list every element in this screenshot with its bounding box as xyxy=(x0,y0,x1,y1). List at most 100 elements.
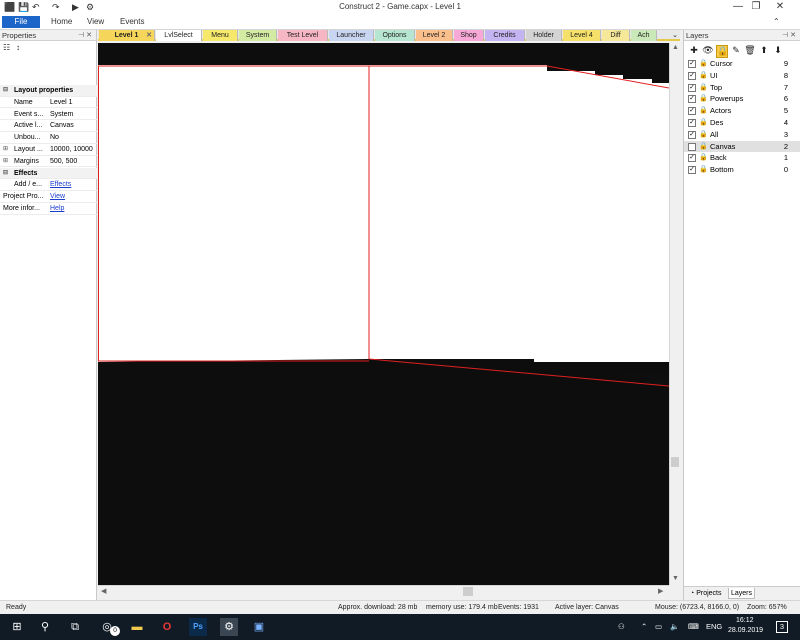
tab-shop[interactable]: Shop xyxy=(454,30,484,41)
visibility-checkbox[interactable]: ✓ xyxy=(688,119,696,127)
layer-lock-icon[interactable]: 🔒 xyxy=(699,58,708,70)
ribbon-collapse-icon[interactable]: ⌃ xyxy=(773,16,780,28)
tab-layers[interactable]: Layers xyxy=(728,588,756,599)
language-indicator[interactable]: ENG xyxy=(706,622,722,631)
move-down-icon[interactable]: ⬇ xyxy=(772,45,784,56)
layer-lock-icon[interactable]: 🔒 xyxy=(699,93,708,105)
visibility-checkbox[interactable]: ✓ xyxy=(688,154,696,163)
layer-lock-icon[interactable]: 🔒 xyxy=(699,117,708,129)
layer-row-all[interactable]: ✓ 🔒 All 3 xyxy=(684,129,800,141)
layer-row-ui[interactable]: ✓ 🔒 UI 8 xyxy=(684,70,800,82)
property-value[interactable]: View xyxy=(50,191,65,202)
pin-icon[interactable]: ⊣ ✕ xyxy=(78,30,92,41)
layer-lock-icon[interactable]: 🔒 xyxy=(699,82,708,94)
tab-events[interactable]: Events xyxy=(120,16,144,28)
layer-lock-icon[interactable]: 🔒 xyxy=(699,164,708,176)
delete-icon[interactable]: 🗑 xyxy=(744,45,756,56)
scroll-left-icon[interactable]: ◀ xyxy=(101,587,106,595)
tab-projects[interactable]: ◔ Projects xyxy=(688,588,723,599)
tab-overflow-icon[interactable]: ⌄ xyxy=(670,30,680,41)
sort-alpha-icon[interactable]: ↕ xyxy=(16,43,20,52)
volume-icon[interactable]: 🔈 xyxy=(670,622,679,631)
tab-file[interactable]: File xyxy=(2,16,40,28)
layer-row-powerups[interactable]: ✓ 🔒 Powerups 6 xyxy=(684,93,800,105)
layer-lock-icon[interactable]: 🔒 xyxy=(699,141,708,153)
vertical-scroll-thumb[interactable] xyxy=(671,457,679,467)
layer-lock-icon[interactable]: 🔒 xyxy=(699,129,708,141)
tab-menu[interactable]: Menu xyxy=(203,30,238,41)
layer-row-canvas[interactable]: 🔒 Canvas 2 xyxy=(684,140,800,153)
property-section[interactable]: ⊟ Layout properties xyxy=(0,85,97,97)
layer-row-cursor[interactable]: ✓ 🔒 Cursor 9 xyxy=(684,58,800,70)
scroll-right-icon[interactable]: ▶ xyxy=(658,587,663,595)
property-section[interactable]: ⊟ Effects xyxy=(0,167,97,180)
tray-chevron-icon[interactable]: ⌃ xyxy=(641,622,647,631)
visibility-checkbox[interactable]: ✓ xyxy=(688,107,696,116)
add-layer-icon[interactable]: ✚ xyxy=(688,45,700,56)
categorize-icon[interactable]: ☷ xyxy=(3,43,10,52)
visibility-icon[interactable]: 👁 xyxy=(702,45,714,56)
vertical-scrollbar[interactable]: ▲ ▼ xyxy=(669,43,680,585)
maximize-button[interactable]: ❐ xyxy=(744,1,768,12)
clock-time[interactable]: 16:12 xyxy=(736,617,754,624)
visibility-checkbox[interactable]: ✓ xyxy=(688,83,696,92)
property-value[interactable]: Effects xyxy=(50,179,71,190)
visibility-checkbox[interactable]: ✓ xyxy=(688,130,696,139)
close-tab-icon[interactable]: ✕ xyxy=(146,30,152,41)
tab-test-level[interactable]: Test Level xyxy=(278,30,328,41)
scroll-up-icon[interactable]: ▲ xyxy=(672,44,679,51)
collapse-icon[interactable]: ⊟ xyxy=(3,85,8,96)
keyboard-icon[interactable]: ⌨ xyxy=(688,622,699,631)
visibility-checkbox[interactable]: ✓ xyxy=(688,60,696,68)
layout-canvas[interactable] xyxy=(98,43,669,585)
layer-row-top[interactable]: ✓ 🔒 Top 7 xyxy=(684,82,800,94)
tab-level-4[interactable]: Level 4 xyxy=(563,30,601,41)
property-row[interactable]: ⊞ Margins 500, 500 xyxy=(0,156,97,168)
property-row[interactable]: Project Pro... View xyxy=(0,191,97,203)
collapse-icon[interactable]: ⊟ xyxy=(3,168,8,179)
layer-lock-icon[interactable]: 🔒 xyxy=(699,70,708,82)
horizontal-scrollbar[interactable]: ◀ ▶ xyxy=(98,585,669,597)
task-view-icon[interactable]: ⧉ xyxy=(66,618,84,636)
clock-date[interactable]: 28.09.2019 xyxy=(728,627,763,634)
network-icon[interactable]: ▭ xyxy=(655,622,662,631)
search-icon[interactable]: ⚲ xyxy=(36,618,54,636)
layer-row-bottom[interactable]: ✓ 🔒 Bottom 0 xyxy=(684,164,800,176)
opera-icon[interactable]: O xyxy=(158,618,176,636)
construct-gear-icon[interactable]: ⚙ xyxy=(220,618,238,636)
people-icon[interactable]: ⚇ xyxy=(618,622,625,631)
tab-ach[interactable]: Ach xyxy=(631,30,657,41)
tab-credits[interactable]: Credits xyxy=(485,30,525,41)
expand-icon[interactable]: ⊞ xyxy=(3,144,8,155)
property-row[interactable]: ⊞ Layout ... 10000, 10000 xyxy=(0,144,97,156)
property-row[interactable]: Active l... Canvas xyxy=(0,120,97,133)
photoshop-icon[interactable]: Ps xyxy=(189,618,207,636)
horizontal-scroll-thumb[interactable] xyxy=(463,587,473,596)
move-up-icon[interactable]: ⬆ xyxy=(758,45,770,56)
layer-row-back[interactable]: ✓ 🔒 Back 1 xyxy=(684,152,800,164)
file-explorer-icon[interactable]: ▬ xyxy=(128,618,146,636)
edit-icon[interactable]: ✎ xyxy=(730,45,742,56)
layer-lock-icon[interactable]: 🔒 xyxy=(699,105,708,117)
tab-lvlselect[interactable]: LvlSelect xyxy=(156,30,202,41)
expand-icon[interactable]: ⊞ xyxy=(3,156,8,167)
tab-diff[interactable]: Diff xyxy=(602,30,630,41)
tab-level-2[interactable]: Level 2 xyxy=(416,30,453,41)
tab-view[interactable]: View xyxy=(87,16,104,28)
property-row[interactable]: Unbou... No xyxy=(0,132,97,144)
property-row[interactable]: Name Level 1 xyxy=(0,97,97,109)
visibility-checkbox[interactable]: ✓ xyxy=(688,95,696,104)
visibility-checkbox[interactable]: ✓ xyxy=(688,166,696,175)
tab-holder[interactable]: Holder xyxy=(526,30,562,41)
scroll-down-icon[interactable]: ▼ xyxy=(672,575,679,582)
property-row[interactable]: More infor... Help xyxy=(0,203,97,215)
tab-level-1[interactable]: Level 1 ✕ xyxy=(99,30,155,41)
property-row[interactable]: Add / e... Effects xyxy=(0,179,97,192)
close-button[interactable]: ✕ xyxy=(768,1,792,12)
tab-system[interactable]: System xyxy=(239,30,277,41)
layer-row-des[interactable]: ✓ 🔒 Des 4 xyxy=(684,117,800,129)
tab-home[interactable]: Home xyxy=(51,16,72,28)
tab-options[interactable]: Options xyxy=(375,30,415,41)
layer-row-actors[interactable]: ✓ 🔒 Actors 5 xyxy=(684,105,800,117)
layer-lock-icon[interactable]: 🔒 xyxy=(699,152,708,164)
